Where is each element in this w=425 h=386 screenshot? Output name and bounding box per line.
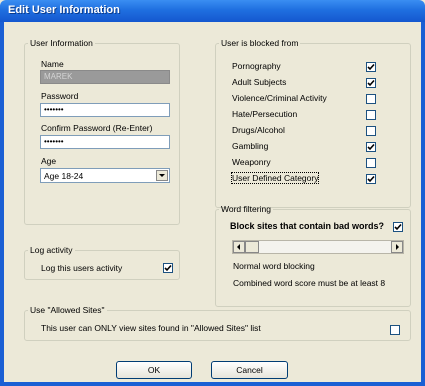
ok-button[interactable]: OK [116, 361, 192, 379]
word-blocking-level-text: Normal word blocking [233, 261, 315, 271]
allowed-sites-legend: Use "Allowed Sites" [30, 305, 105, 315]
word-blocking-slider[interactable] [232, 240, 404, 254]
checkmark-icon [367, 79, 375, 87]
title-bar[interactable]: Edit User Information [0, 0, 425, 22]
block-bad-words-label: Block sites that contain bad words? [230, 221, 385, 231]
blocked-category-label: Drugs/Alcohol [232, 125, 285, 135]
blocked-category-label: Adult Subjects [232, 77, 287, 87]
user-information-legend: User Information [30, 38, 93, 48]
confirm-password-field[interactable]: ••••••• [40, 135, 170, 149]
blocked-category-checkbox[interactable] [366, 126, 376, 136]
password-label: Password [41, 91, 79, 101]
slider-thumb[interactable] [245, 241, 259, 253]
cancel-button[interactable]: Cancel [211, 361, 288, 379]
blocked-category-label: Violence/Criminal Activity [232, 93, 327, 103]
word-filtering-legend: Word filtering [221, 204, 271, 214]
age-select-value: Age 18-24 [44, 171, 84, 181]
blocked-category-label: Pornography [232, 61, 281, 71]
blocked-category-label: Gambling [232, 141, 269, 151]
blocked-category-checkbox[interactable] [366, 174, 376, 184]
password-field[interactable]: ••••••• [40, 103, 170, 117]
age-select[interactable]: Age 18-24 [40, 168, 170, 183]
blocked-category-label: Hate/Persecution [232, 109, 298, 119]
checkmark-icon [367, 63, 375, 71]
checkmark-icon [367, 143, 375, 151]
blocked-category-checkbox[interactable] [366, 94, 376, 104]
blocked-category-checkbox[interactable] [366, 142, 376, 152]
checkmark-icon [164, 264, 172, 272]
blocked-category-checkbox[interactable] [366, 158, 376, 168]
blocked-category-label: Weaponry [232, 157, 271, 167]
age-label: Age [41, 156, 57, 166]
log-activity-legend: Log activity [30, 245, 73, 255]
blocked-category-checkbox[interactable] [366, 62, 376, 72]
checkmark-icon [394, 223, 402, 231]
dialog-client-area: User Information Name MAREK Password •••… [4, 22, 421, 382]
chevron-down-icon[interactable] [156, 170, 168, 181]
confirm-password-label: Confirm Password (Re-Enter) [41, 123, 153, 133]
allowed-sites-checkbox[interactable] [390, 325, 400, 335]
blocked-category-checkbox[interactable] [366, 78, 376, 88]
log-activity-checkbox[interactable] [163, 263, 173, 273]
blocked-category-checkbox[interactable] [366, 110, 376, 120]
blocked-category-label: User Defined Category [230, 172, 320, 184]
scroll-right-button[interactable] [391, 241, 403, 253]
window-frame-right [421, 22, 425, 386]
scroll-left-button[interactable] [233, 241, 245, 253]
name-label: Name [41, 59, 64, 69]
checkmark-icon [367, 175, 375, 183]
block-bad-words-checkbox[interactable] [393, 222, 403, 232]
allowed-sites-label: This user can ONLY view sites found in "… [41, 323, 261, 333]
word-filtering-group: Word filtering [215, 204, 411, 307]
blocked-categories-legend: User is blocked from [221, 38, 299, 48]
word-score-text: Combined word score must be at least 8 [233, 278, 386, 288]
log-activity-label: Log this users activity [41, 263, 123, 273]
name-field: MAREK [40, 70, 170, 84]
window-title: Edit User Information [8, 4, 120, 16]
window-frame-bottom [0, 382, 425, 386]
